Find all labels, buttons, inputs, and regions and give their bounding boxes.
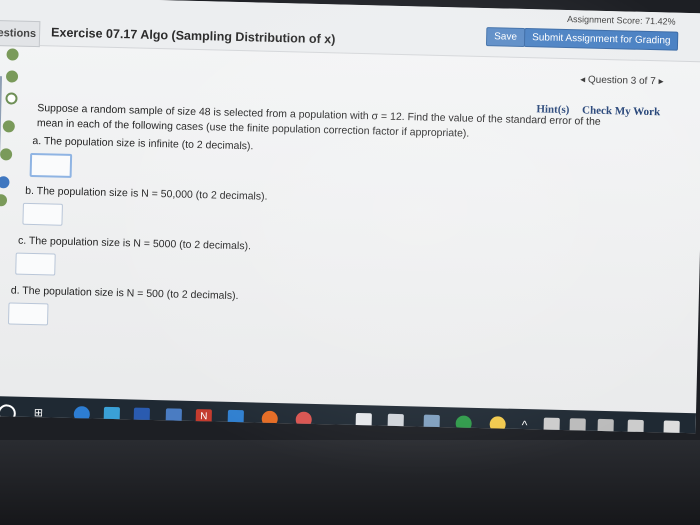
- windows-taskbar: ⊞ N ^: [0, 395, 697, 434]
- question-status-dot[interactable]: [2, 120, 15, 133]
- part-b-answer-input[interactable]: [22, 202, 63, 226]
- edge-icon[interactable]: [73, 406, 91, 423]
- laptop-bezel: [0, 440, 700, 525]
- part-d-label: d. The population size is N = 500 (to 2 …: [10, 284, 239, 303]
- document-icon[interactable]: [355, 412, 372, 430]
- question-status-dot[interactable]: [0, 176, 10, 189]
- question-status-dot[interactable]: [6, 48, 19, 61]
- battery-icon[interactable]: [543, 417, 560, 434]
- question-status-dot[interactable]: [5, 70, 19, 83]
- word-icon[interactable]: [133, 407, 150, 424]
- network-icon[interactable]: [423, 414, 440, 432]
- keyboard-icon[interactable]: [627, 419, 644, 434]
- task-view-icon[interactable]: ⊞: [34, 405, 50, 421]
- netflix-icon[interactable]: N: [195, 409, 212, 426]
- cube-icon[interactable]: [227, 409, 244, 427]
- part-c-label: c. The population size is N = 5000 (to 2…: [17, 234, 252, 253]
- exercise-title: Exercise 07.17 Algo (Sampling Distributi…: [50, 25, 336, 47]
- part-d-answer-input[interactable]: [7, 302, 49, 326]
- assignment-score: Assignment Score: 71.42%: [566, 14, 676, 27]
- browser-screen: Assignment Score: 71.42% Save Submit Ass…: [0, 0, 700, 434]
- windows-start-icon[interactable]: [0, 404, 17, 423]
- notification-icon[interactable]: [663, 420, 680, 434]
- part-c-answer-input[interactable]: [15, 252, 56, 276]
- question-sidebar: [0, 48, 43, 409]
- wifi-icon[interactable]: [569, 418, 586, 434]
- mail-icon[interactable]: [387, 413, 404, 431]
- questions-tab[interactable]: estions: [0, 19, 41, 48]
- question-status-dot[interactable]: [0, 148, 13, 161]
- part-a-answer-input[interactable]: [29, 152, 73, 178]
- question-navigator[interactable]: ◂ Question 3 of 7 ▸: [580, 74, 664, 87]
- firefox-icon[interactable]: [261, 410, 278, 428]
- chrome-icon[interactable]: [455, 415, 472, 432]
- photo-frame: Assignment Score: 71.42% Save Submit Ass…: [0, 0, 700, 525]
- question-status-dot[interactable]: [0, 194, 8, 207]
- volume-icon[interactable]: [597, 418, 614, 434]
- question-status-dot[interactable]: [5, 92, 18, 105]
- yellow-circle-icon[interactable]: [489, 416, 506, 433]
- part-a-label: a. The population size is infinite (to 2…: [32, 134, 254, 153]
- store-icon[interactable]: [103, 406, 120, 424]
- up-arrow-icon[interactable]: ^: [521, 417, 537, 433]
- photos-icon[interactable]: [165, 408, 182, 425]
- red-circle-icon[interactable]: [295, 411, 312, 428]
- part-b-label: b. The population size is N = 50,000 (to…: [25, 184, 268, 203]
